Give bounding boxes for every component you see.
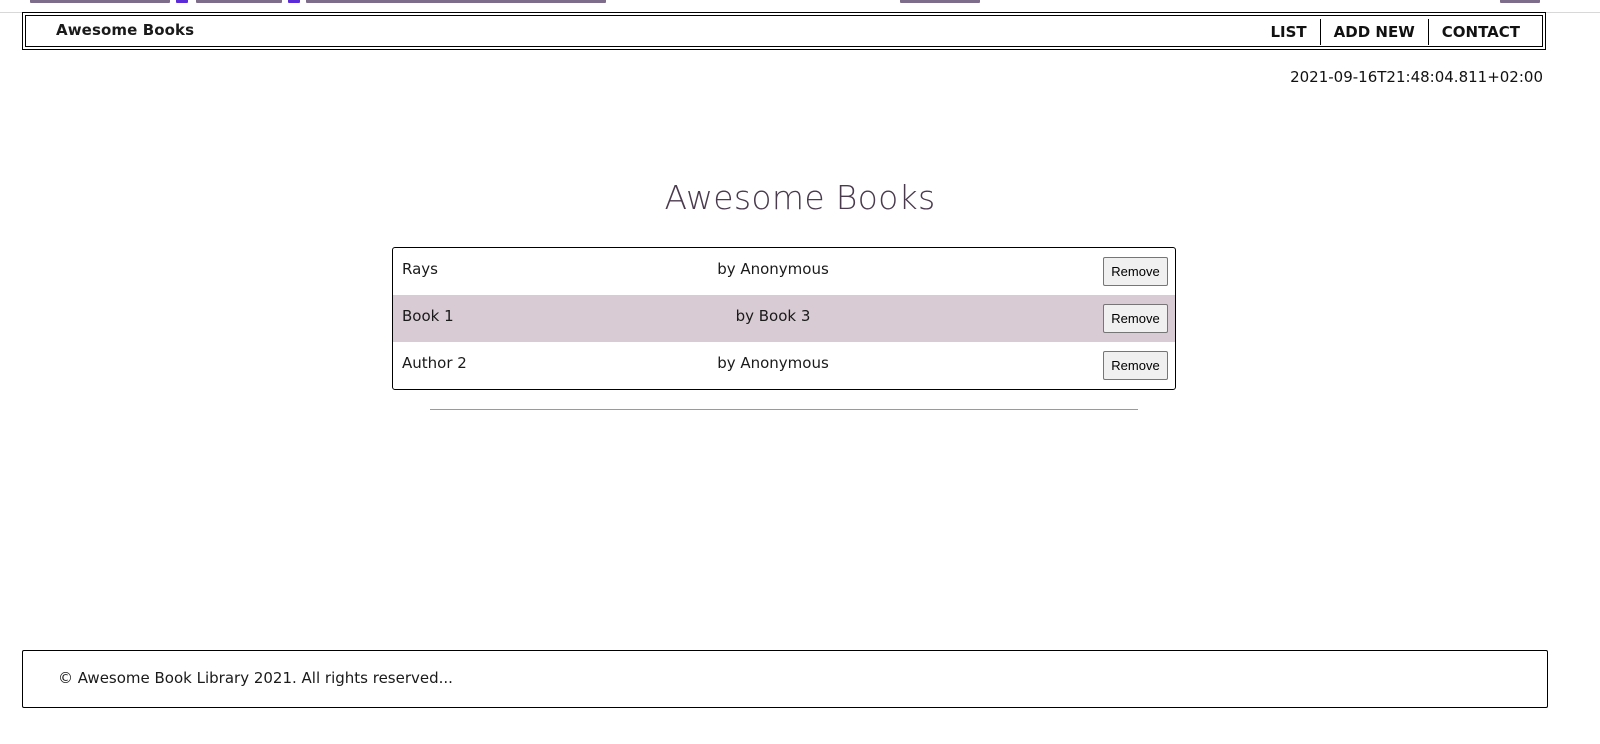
footer: © Awesome Book Library 2021. All rights …: [22, 650, 1548, 708]
remove-button[interactable]: Remove: [1103, 304, 1168, 333]
page-title: Awesome Books: [664, 178, 936, 217]
book-author: by Anonymous: [717, 260, 829, 278]
book-row: Author 2 by Anonymous Remove: [393, 342, 1175, 389]
remove-button[interactable]: Remove: [1103, 351, 1168, 380]
book-author: by Anonymous: [717, 354, 829, 372]
navbar-inner: Awesome Books LIST ADD NEW CONTACT: [25, 15, 1543, 47]
nav-links: LIST ADD NEW CONTACT: [1270, 19, 1520, 45]
navbar: Awesome Books LIST ADD NEW CONTACT: [22, 12, 1546, 50]
nav-link-add-new[interactable]: ADD NEW: [1319, 19, 1428, 45]
section-divider: [430, 409, 1138, 410]
brand-logo[interactable]: Awesome Books: [56, 21, 194, 39]
nav-link-list[interactable]: LIST: [1270, 19, 1319, 45]
book-list: Rays by Anonymous Remove Book 1 by Book …: [392, 247, 1176, 390]
book-row: Rays by Anonymous Remove: [393, 248, 1175, 295]
book-author: by Book 3: [735, 307, 811, 325]
footer-copyright: © Awesome Book Library 2021. All rights …: [58, 669, 453, 687]
remove-button[interactable]: Remove: [1103, 257, 1168, 286]
book-row: Book 1 by Book 3 Remove: [393, 295, 1175, 342]
current-datetime: 2021-09-16T21:48:04.811+02:00: [1290, 68, 1543, 86]
nav-link-contact[interactable]: CONTACT: [1427, 19, 1520, 45]
